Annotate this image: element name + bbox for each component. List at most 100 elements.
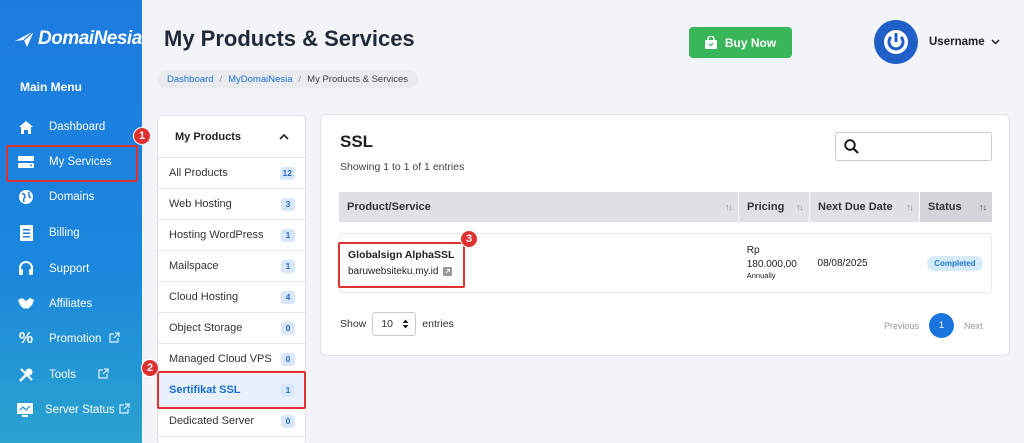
table-header: Product/Service ↑↓ Pricing ↑↓ Next Due Dat… xyxy=(339,192,992,222)
sidebar-item-label: Support xyxy=(49,263,90,275)
product-filter-label: Mailspace xyxy=(169,260,219,272)
breadcrumb-current: My Products & Services xyxy=(307,73,409,85)
product-filter-cloud-hosting[interactable]: Cloud Hosting 4 xyxy=(158,282,305,313)
receipt-icon xyxy=(17,224,35,242)
sidebar-item-label: Server Status xyxy=(45,404,115,416)
handshake-icon xyxy=(17,295,35,313)
product-filter-dedicated-server[interactable]: Dedicated Server 0 xyxy=(158,406,305,437)
pricing-cycle: Annually xyxy=(746,271,776,281)
sidebar: DomaiNesia Main Menu Dashboard My Servic… xyxy=(0,0,142,443)
monitor-icon xyxy=(16,401,34,419)
sidebar-item-label: Billing xyxy=(49,227,80,239)
annotation-badge-1: 1 xyxy=(133,127,151,145)
product-filter-label: Managed Cloud VPS xyxy=(169,353,272,365)
sort-arrows-icon xyxy=(402,319,409,329)
breadcrumb-mydomainesia[interactable]: MyDomaiNesia xyxy=(228,74,292,85)
product-filter-object-storage[interactable]: Object Storage 0 xyxy=(158,313,305,344)
external-link-icon xyxy=(98,368,109,382)
highlight-my-services xyxy=(6,145,138,182)
count-badge: 1 xyxy=(281,228,295,242)
due-date: 08/08/2025 xyxy=(817,257,868,269)
buy-now-button[interactable]: Buy Now xyxy=(689,27,792,58)
avatar[interactable] xyxy=(874,20,918,64)
sort-icon: ↑↓ xyxy=(796,202,804,212)
sidebar-item-label: Affiliates xyxy=(49,298,93,310)
breadcrumb-separator: / xyxy=(219,73,223,85)
sidebar-item-billing[interactable]: Billing xyxy=(0,217,142,249)
highlight-product-row xyxy=(338,242,465,288)
page-length-value: 10 xyxy=(381,318,393,330)
column-header-product[interactable]: Product/Service ↑↓ xyxy=(339,192,739,222)
count-badge: 1 xyxy=(281,259,295,273)
sidebar-item-tools[interactable]: Tools xyxy=(0,359,142,391)
status-cell: Completed xyxy=(919,234,991,292)
globe-icon xyxy=(17,188,35,206)
main-menu-heading: Main Menu xyxy=(20,80,82,94)
annotation-badge-2: 2 xyxy=(141,359,159,377)
status-badge: Completed xyxy=(927,255,983,271)
sidebar-item-support[interactable]: Support xyxy=(0,253,142,285)
count-badge: 0 xyxy=(281,321,295,335)
headset-icon xyxy=(17,260,35,278)
sidebar-item-server-status[interactable]: Server Status xyxy=(0,394,142,426)
count-badge: 0 xyxy=(281,414,295,428)
product-filter-label: Object Storage xyxy=(169,322,243,334)
previous-page-button[interactable]: Previous xyxy=(884,321,919,331)
annotation-badge-3: 3 xyxy=(460,230,478,248)
product-filter-label: Cloud Hosting xyxy=(169,291,239,303)
page-length-select[interactable]: 10 xyxy=(372,312,417,336)
username-label: Username xyxy=(929,36,985,48)
shopping-bag-icon xyxy=(704,36,717,49)
buy-now-label: Buy Now xyxy=(724,35,777,50)
column-header-pricing[interactable]: Pricing ↑↓ xyxy=(739,192,810,222)
column-header-label: Pricing xyxy=(747,201,785,213)
sidebar-item-label: Promotion xyxy=(49,333,102,345)
products-panel-title: My Products xyxy=(175,130,242,143)
product-filter-web-hosting[interactable]: Web Hosting 3 xyxy=(158,189,305,220)
sidebar-item-label: Dashboard xyxy=(49,121,106,133)
product-filter-hosting-wordpress[interactable]: Hosting WordPress 1 xyxy=(158,220,305,251)
highlight-sertifikat-ssl xyxy=(157,371,306,409)
home-icon xyxy=(17,118,35,136)
product-filter-label: Hosting WordPress xyxy=(169,229,264,241)
tools-icon xyxy=(17,366,35,384)
user-menu[interactable]: Username xyxy=(929,36,1000,48)
sidebar-item-dashboard[interactable]: Dashboard xyxy=(0,111,142,143)
column-header-label: Next Due Date xyxy=(818,201,893,213)
product-filter-label: Dedicated Server xyxy=(169,415,254,427)
product-filter-label: All Products xyxy=(169,167,228,179)
section-title: SSL xyxy=(340,132,374,151)
sort-icon: ↑↓ xyxy=(725,202,733,212)
page-length-control: Show 10 entries xyxy=(340,312,454,336)
product-filter-mailspace[interactable]: Mailspace 1 xyxy=(158,251,305,282)
product-filter-all-products[interactable]: All Products 12 xyxy=(158,158,305,189)
breadcrumb-dashboard[interactable]: Dashboard xyxy=(167,74,213,85)
page-button-1[interactable]: 1 xyxy=(929,313,955,338)
chevron-up-icon[interactable] xyxy=(279,133,289,140)
sidebar-item-promotion[interactable]: % Promotion xyxy=(0,323,142,355)
external-link-icon xyxy=(119,403,130,417)
logo-icon xyxy=(15,30,35,47)
sort-icon: ↑↓ xyxy=(979,202,987,212)
due-date-cell: 08/08/2025 xyxy=(810,234,920,292)
power-icon xyxy=(884,30,908,54)
sidebar-item-domains[interactable]: Domains xyxy=(0,181,142,213)
search-input[interactable] xyxy=(835,132,992,161)
pricing-cell: Rp 180.000,00 Annually xyxy=(739,234,810,292)
count-badge: 3 xyxy=(281,197,295,211)
sidebar-item-label: Tools xyxy=(49,369,76,381)
sidebar-item-affiliates[interactable]: Affiliates xyxy=(0,288,142,320)
pricing-currency: Rp xyxy=(746,245,760,257)
count-badge: 0 xyxy=(281,352,295,366)
column-header-status[interactable]: Status ↑↓ xyxy=(920,192,992,222)
column-header-next-due-date[interactable]: Next Due Date ↑↓ xyxy=(810,192,920,222)
column-header-label: Product/Service xyxy=(347,201,431,213)
next-page-button[interactable]: Next xyxy=(964,321,983,331)
pricing-amount: 180.000,00 xyxy=(746,258,797,270)
sort-icon: ↑↓ xyxy=(906,202,914,212)
entries-info: Showing 1 to 1 of 1 entries xyxy=(340,161,465,173)
pagination: Previous 1 Next xyxy=(884,313,983,338)
products-panel-header[interactable]: My Products xyxy=(158,116,305,158)
search-icon xyxy=(844,139,859,154)
brand-logo[interactable]: DomaiNesia xyxy=(14,28,142,50)
